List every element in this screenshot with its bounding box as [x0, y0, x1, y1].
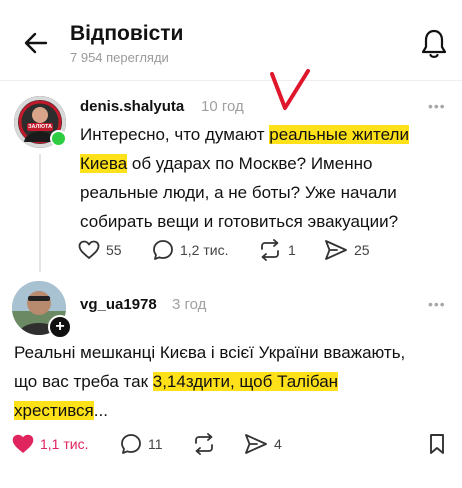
post-text-line: хрестився...	[14, 396, 454, 425]
back-button[interactable]	[16, 28, 56, 58]
post-username[interactable]: vg_ua1978	[80, 296, 157, 313]
notification-button[interactable]	[420, 28, 448, 60]
more-options-button[interactable]: •••	[428, 98, 446, 114]
header: Відповісти 7 954 перегляди	[0, 0, 462, 78]
share-button[interactable]: 4	[244, 431, 282, 457]
comment-count: 1,2 тис.	[180, 242, 229, 258]
like-count: 1,1 тис.	[40, 436, 89, 452]
online-indicator	[50, 130, 67, 147]
page-title: Відповісти	[70, 22, 184, 45]
heart-icon	[78, 240, 100, 259]
arrow-left-icon	[24, 32, 48, 54]
repost-icon	[195, 433, 213, 455]
share-count: 4	[274, 436, 282, 452]
like-count: 55	[106, 242, 122, 258]
send-icon	[325, 240, 347, 260]
highlighted-text: реальные жители	[269, 125, 409, 144]
post-text: Реальні мешканці Києва і всієї України в…	[14, 338, 454, 425]
highlighted-text: 3,14здити, щоб Талібан	[152, 372, 339, 391]
bell-icon	[421, 29, 447, 58]
annotation-checkmark	[270, 69, 310, 110]
share-button[interactable]: 25	[324, 237, 370, 263]
highlighted-text: хрестився	[14, 401, 94, 420]
comment-button[interactable]: 11	[120, 431, 163, 457]
repost-button[interactable]	[192, 431, 216, 457]
text-segment: Интересно, что думают	[80, 125, 270, 144]
view-count: 7 954 перегляди	[70, 50, 169, 65]
post-text-line: Интересно, что думают реальные жители	[80, 120, 450, 149]
text-segment: об ударах по Москве? Именно	[127, 154, 373, 173]
comment-count: 11	[148, 436, 163, 452]
comment-icon	[153, 240, 173, 260]
post-text-line: реальные люди, а не боты? Уже начали	[80, 183, 397, 202]
share-count: 25	[354, 242, 370, 258]
post-time: 3 год	[172, 296, 207, 313]
thread-line	[39, 154, 41, 272]
post-text: Интересно, что думают реальные жители Ки…	[80, 120, 450, 236]
send-icon	[245, 434, 267, 454]
comment-button[interactable]: 1,2 тис.	[152, 237, 228, 263]
post-text-line: Реальні мешканці Києва і всієї України в…	[14, 343, 406, 362]
more-options-button[interactable]: •••	[428, 296, 446, 312]
text-segment: ...	[93, 401, 108, 420]
repost-icon	[261, 239, 279, 261]
repost-button[interactable]: 1	[258, 237, 296, 263]
bookmark-button[interactable]	[428, 431, 446, 457]
plus-icon: +	[55, 318, 65, 335]
avatar-badge-text: ЗАЛЮТА	[28, 124, 52, 130]
follow-button[interactable]: +	[48, 315, 72, 339]
post-actions: 1,1 тис. 11 4	[12, 431, 458, 457]
header-divider	[0, 80, 462, 81]
post-text-line: що вас треба так 3,14здити, щоб Талібан	[14, 367, 454, 396]
post-text-line: собирать вещи и готовиться эвакуации?	[80, 212, 399, 231]
like-button[interactable]: 1,1 тис.	[12, 431, 88, 457]
post-actions: 55 1,2 тис. 1 25	[78, 237, 458, 263]
post-text-line: Киева об ударах по Москве? Именно	[80, 149, 450, 178]
comment-icon	[121, 434, 141, 454]
highlighted-text: Киева	[80, 154, 128, 173]
post-time: 10 год	[201, 98, 244, 115]
bookmark-icon	[430, 434, 444, 454]
heart-filled-icon	[12, 434, 34, 453]
text-segment: що вас треба так	[14, 372, 153, 391]
like-button[interactable]: 55	[78, 237, 122, 263]
post-username[interactable]: denis.shalyuta	[80, 98, 184, 115]
repost-count: 1	[288, 242, 296, 258]
